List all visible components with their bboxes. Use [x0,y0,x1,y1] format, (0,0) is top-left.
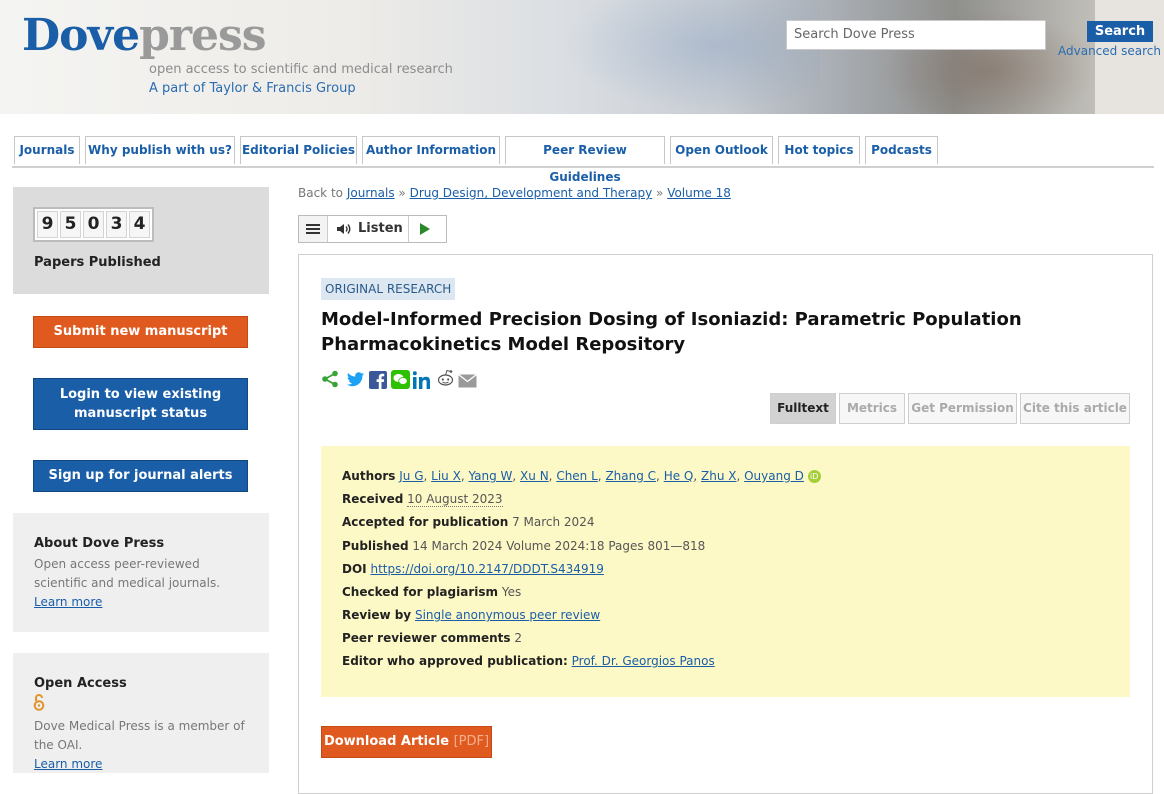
search-input[interactable]: Search Dove Press [786,20,1046,50]
papers-published-label: Papers Published [34,255,161,270]
wechat-icon[interactable] [391,370,410,389]
tab-fulltext[interactable]: Fulltext [770,393,836,424]
article-metadata: Authors Ju G, Liu X, Yang W, Xu N, Chen … [321,446,1130,697]
open-access-lock-icon [33,694,45,711]
nav-journals[interactable]: Journals [14,136,80,164]
papers-counter: 9 5 0 3 4 [33,207,154,242]
speaker-icon [337,224,351,234]
facebook-icon[interactable] [369,371,387,389]
review-link[interactable]: Single anonymous peer review [415,608,600,622]
submit-manuscript-button[interactable]: Submit new manuscript [33,316,248,348]
article-title: Model-Informed Precision Dosing of Isoni… [321,309,1022,355]
doi-row: DOI https://doi.org/10.2147/DDDT.S434919 [342,562,604,576]
author-link[interactable]: Zhu X [701,469,736,483]
tab-cite-article[interactable]: Cite this article [1020,393,1130,424]
counter-digit: 5 [60,211,81,238]
about-dove-press-panel: About Dove Press Open access peer-review… [13,513,269,632]
nav-why-publish[interactable]: Why publish with us? [85,136,235,164]
nav-editorial-policies[interactable]: Editorial Policies [240,136,357,164]
listen-toolbar: Listen [298,215,447,243]
author-link[interactable]: Xu N [520,469,549,483]
login-manuscript-status-button[interactable]: Login to view existing manuscript status [33,378,248,430]
tab-metrics[interactable]: Metrics [839,393,905,424]
open-access-panel: Open Access Dove Medical Press is a memb… [13,653,269,773]
counter-digit: 9 [37,211,58,238]
about-text: Open access peer-reviewed scientific and… [34,557,221,590]
dovepress-logo[interactable]: Dovepress [22,10,267,61]
about-learn-more-link[interactable]: Learn more [34,595,102,609]
journal-alerts-button[interactable]: Sign up for journal alerts [33,460,248,492]
author-link[interactable]: Liu X [431,469,461,483]
reviewer-comments-row: Peer reviewer comments 2 [342,631,523,645]
author-link[interactable]: Ju G [399,469,423,483]
play-icon[interactable] [420,223,430,235]
tab-get-permission[interactable]: Get Permission [908,393,1017,424]
twitter-icon[interactable] [347,372,365,387]
email-icon[interactable] [458,374,477,388]
orcid-icon[interactable]: iD [807,470,821,483]
breadcrumb-journal[interactable]: Drug Design, Development and Therapy [410,186,653,200]
nav-podcasts[interactable]: Podcasts [865,136,938,164]
site-header: Dovepress open access to scientific and … [0,0,1164,114]
accepted-row: Accepted for publication 7 March 2024 [342,515,595,529]
nav-peer-review-guidelines[interactable]: Peer Review Guidelines [505,136,665,184]
counter-digit: 0 [83,211,104,238]
editor-link[interactable]: Prof. Dr. Georgios Panos [572,654,715,668]
header-photo-overlay [560,0,820,114]
breadcrumb-journals[interactable]: Journals [347,186,395,200]
plagiarism-row: Checked for plagiarism Yes [342,585,522,599]
search-button[interactable]: Search [1087,21,1153,42]
nav-author-information[interactable]: Author Information [362,136,500,164]
article-panel: ORIGINAL RESEARCH Model-Informed Precisi… [298,254,1153,794]
editor-row: Editor who approved publication: Prof. D… [342,654,715,668]
author-link[interactable]: Zhang C [605,469,656,483]
article-type-badge: ORIGINAL RESEARCH [321,278,456,300]
papers-published-panel: 9 5 0 3 4 Papers Published [13,187,269,294]
author-link[interactable]: Chen L [556,469,597,483]
doi-link[interactable]: https://doi.org/10.2147/DDDT.S434919 [370,562,603,576]
nav-hot-topics[interactable]: Hot topics [778,136,860,164]
open-access-text: Dove Medical Press is a member of the OA… [34,719,245,752]
counter-digit: 4 [129,211,150,238]
breadcrumb: Back to Journals » Drug Design, Developm… [298,186,731,200]
about-title: About Dove Press [34,536,165,551]
counter-digit: 3 [106,211,127,238]
author-link[interactable]: He Q [664,469,694,483]
menu-icon[interactable] [299,216,328,242]
published-row: Published 14 March 2024 Volume 2024:18 P… [342,539,706,553]
download-article-button[interactable]: Download Article [PDF] [321,726,492,758]
received-row: Received 10 August 2023 [342,492,503,507]
listen-button[interactable]: Listen [328,216,409,242]
author-link[interactable]: Yang W [468,469,512,483]
nav-open-outlook[interactable]: Open Outlook [670,136,773,164]
open-access-learn-more-link[interactable]: Learn more [34,757,102,771]
site-tagline: open access to scientific and medical re… [149,62,453,77]
author-link[interactable]: Ouyang D [744,469,804,483]
reddit-icon[interactable] [436,369,455,387]
linkedin-icon[interactable] [413,371,432,389]
authors-row: Authors Ju G, Liu X, Yang W, Xu N, Chen … [342,469,821,483]
breadcrumb-volume[interactable]: Volume 18 [667,186,731,200]
share-icon[interactable] [321,370,339,388]
main-nav: Journals Why publish with us? Editorial … [12,136,1154,184]
listen-label: Listen [358,221,403,236]
open-access-title: Open Access [34,676,127,691]
review-row: Review by Single anonymous peer review [342,608,601,622]
taylor-francis-link[interactable]: A part of Taylor & Francis Group [149,81,356,96]
advanced-search-link[interactable]: Advanced search [1058,44,1161,58]
